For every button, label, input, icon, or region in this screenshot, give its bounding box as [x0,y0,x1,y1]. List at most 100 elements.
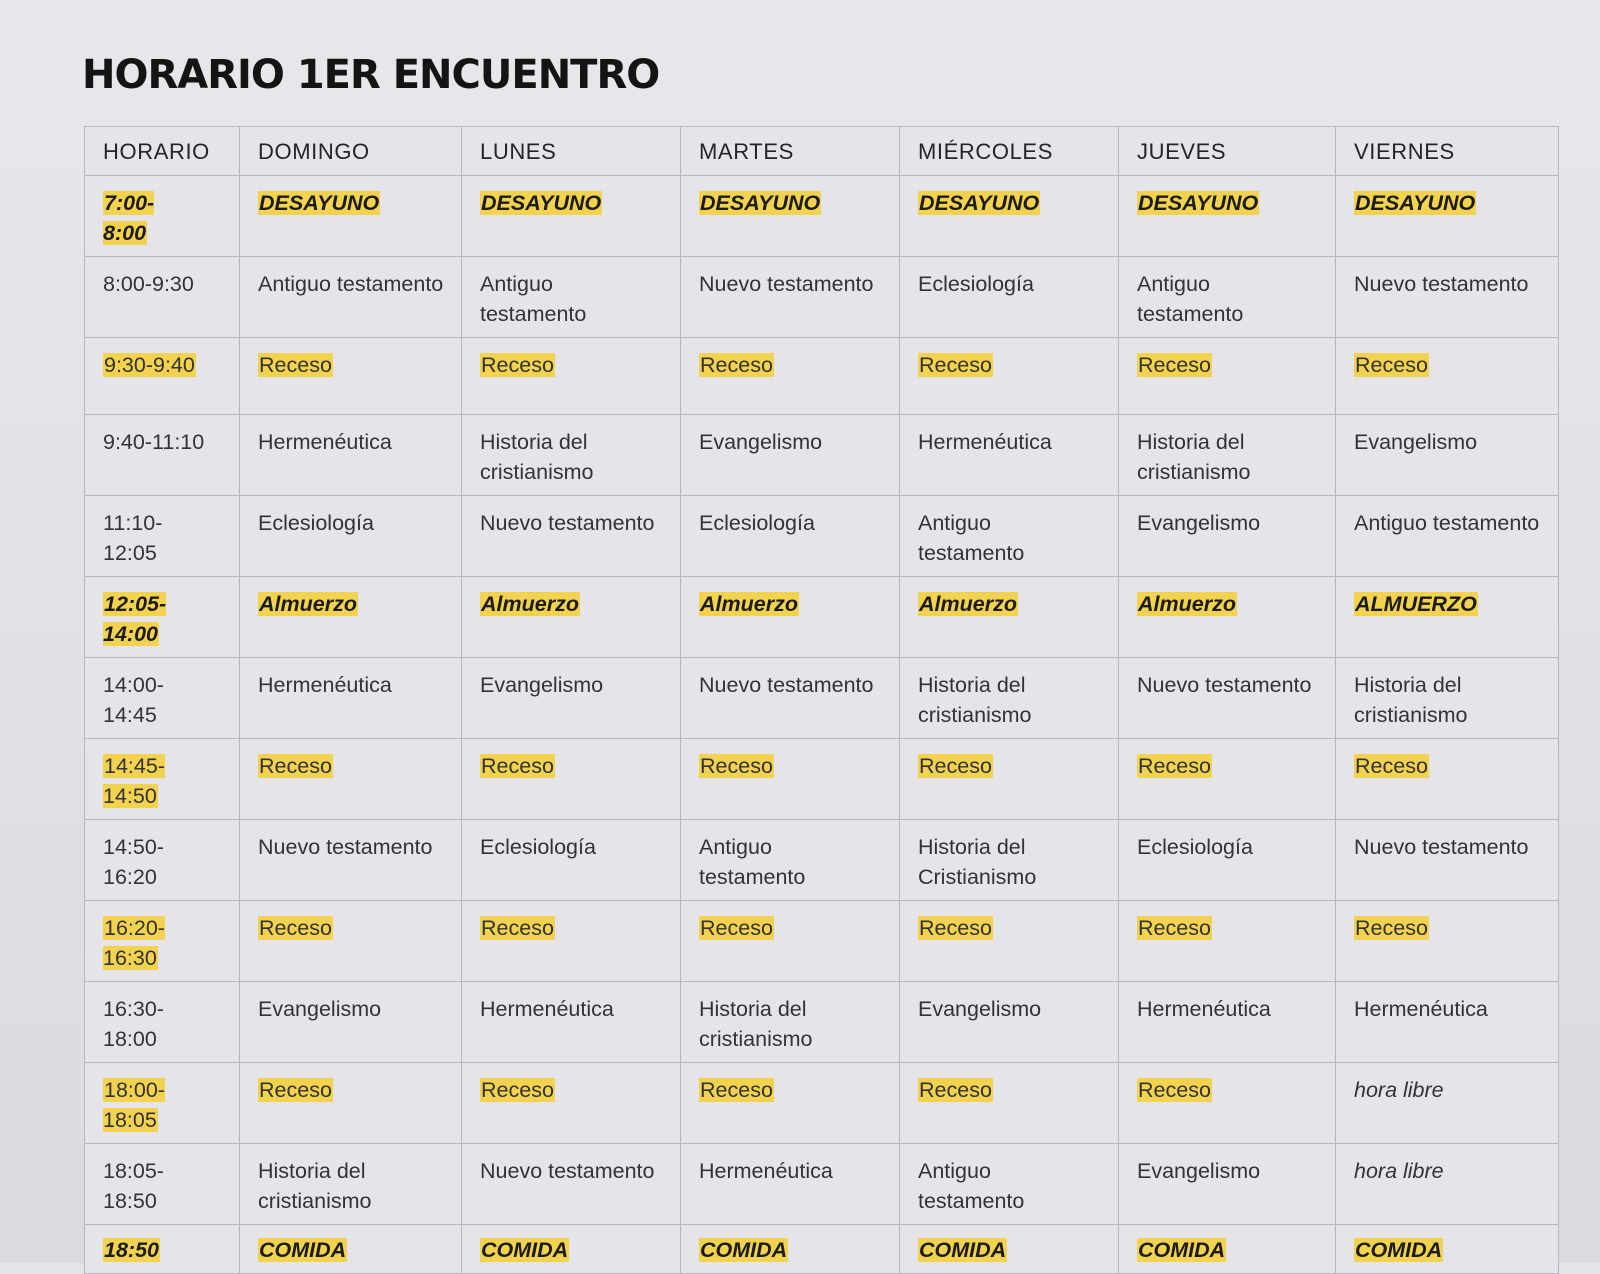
session-label: Receso [699,1078,774,1102]
schedule-cell: Eclesiología [680,495,900,577]
schedule-cell: Nuevo testamento [1335,256,1559,338]
session-label: DESAYUNO [699,191,822,215]
session-label: Receso [918,916,993,940]
schedule-table: HORARIO DOMINGO LUNES MARTES MIÉRCOLES J… [84,126,1559,1274]
session-label: Historia del cristianismo [918,673,1032,727]
schedule-cell: DESAYUNO [1118,175,1336,257]
schedule-cell: Receso [461,1062,681,1144]
schedule-cell: Antiguo testamento [1335,495,1559,577]
time-label: 18:50 [103,1238,160,1262]
session-label: Historia del cristianismo [258,1159,372,1213]
schedule-cell: DESAYUNO [899,175,1119,257]
schedule-cell: Antiguo testamento [899,1143,1119,1225]
session-label: Almuerzo [480,592,580,616]
session-label: Antiguo testamento [1354,511,1540,535]
schedule-cell: Receso [239,1062,462,1144]
schedule-cell: COMIDA [239,1224,462,1274]
session-label: Receso [258,916,333,940]
session-label: Receso [258,353,333,377]
schedule-cell: COMIDA [1335,1224,1559,1274]
session-label: Receso [1354,353,1429,377]
schedule-cell: Receso [680,738,900,820]
schedule-row: 9:30-9:40 Receso Receso Receso Receso Receso R… [84,337,1559,415]
schedule-cell: Receso [899,738,1119,820]
session-label: ALMUERZO [1354,592,1478,616]
time-part: 8:00-9:30 [103,272,194,296]
schedule-cell: Historia del Cristianismo [899,819,1119,901]
schedule-cell: Receso [239,738,462,820]
schedule-cell: Receso [1118,900,1336,982]
schedule-cell: Antiguo testamento [1118,256,1336,338]
time-part: 14:00 [103,622,158,646]
session-label: Nuevo testamento [1137,673,1312,697]
schedule-row: 8:00-9:30 Antiguo testamento Antiguo testa… [84,256,1559,338]
schedule-cell: Nuevo testamento [680,256,900,338]
schedule-cell: Evangelismo [899,981,1119,1063]
session-label: Almuerzo [258,592,358,616]
session-label: Antiguo testamento [258,272,444,296]
time-label: 16:30- 18:00 [103,997,164,1051]
time-cell: 16:20- 16:30 [84,900,240,982]
time-label: 18:05- 18:50 [103,1159,164,1213]
session-label: Evangelismo [699,430,823,454]
time-label: 12:05- 14:00 [103,592,167,646]
session-label: Receso [1137,353,1212,377]
schedule-cell: Evangelismo [1118,1143,1336,1225]
schedule-cell: Hermenéutica [239,657,462,739]
schedule-cell: Almuerzo [1118,576,1336,658]
time-part: 14:45 [103,703,157,727]
time-part: 18:00- [104,1078,165,1102]
time-part: 16:20- [104,916,165,940]
time-part: 9:30-9:40 [104,353,195,377]
time-cell: 9:40-11:10 [84,414,240,496]
time-part: 18:00 [103,1027,157,1051]
time-cell: 18:50 [84,1224,240,1274]
time-part: 18:50 [104,1238,159,1262]
schedule-row: 18:05- 18:50 Historia del cristianismo Nuev… [84,1143,1559,1225]
schedule-cell: DESAYUNO [461,175,681,257]
schedule-cell: Historia del cristianismo [899,657,1119,739]
schedule-cell: Receso [899,900,1119,982]
schedule-row: 9:40-11:10 Hermenéutica Historia del crist… [84,414,1559,496]
time-part: 18:05 [103,1108,157,1132]
session-label: DESAYUNO [258,191,381,215]
schedule-cell: Nuevo testamento [680,657,900,739]
time-cell: 14:45- 14:50 [84,738,240,820]
schedule-cell: Receso [1118,337,1336,415]
schedule-cell: hora libre [1335,1143,1559,1225]
session-label: Eclesiología [480,835,596,859]
session-label: COMIDA [480,1238,570,1262]
schedule-cell: Receso [680,1062,900,1144]
schedule-row: 18:00- 18:05 Receso Receso Receso Receso Reces… [84,1062,1559,1144]
session-label: Receso [258,754,333,778]
session-label: Receso [1354,754,1429,778]
session-label: hora libre [1354,1159,1444,1183]
schedule-cell: Almuerzo [680,576,900,658]
schedule-cell: Receso [680,900,900,982]
session-label: DESAYUNO [1137,191,1260,215]
time-cell: 7:00- 8:00 [84,175,240,257]
schedule-cell: Hermenéutica [1118,981,1336,1063]
time-label: 7:00- 8:00 [103,191,155,245]
schedule-cell: Almuerzo [899,576,1119,658]
schedule-cell: Receso [461,738,681,820]
time-cell: 11:10- 12:05 [84,495,240,577]
time-part: 12:05 [103,541,157,565]
session-label: Historia del cristianismo [699,997,813,1051]
schedule-cell: Evangelismo [1118,495,1336,577]
schedule-cell: Evangelismo [1335,414,1559,496]
time-label: 14:50- 16:20 [103,835,164,889]
session-label: Nuevo testamento [1354,835,1529,859]
schedule-cell: Receso [239,337,462,415]
session-label: Evangelismo [918,997,1042,1021]
time-part: 14:45- [104,754,165,778]
page-title: HORARIO 1ER ENCUENTRO [82,52,660,98]
session-label: Antiguo testamento [1137,272,1244,326]
time-label: 11:10- 12:05 [103,511,162,565]
session-label: DESAYUNO [918,191,1041,215]
time-part: 8:00 [103,221,147,245]
time-part: 16:30 [103,946,157,970]
schedule-cell: COMIDA [680,1224,900,1274]
session-label: Historia del cristianismo [480,430,594,484]
session-label: Receso [699,916,774,940]
